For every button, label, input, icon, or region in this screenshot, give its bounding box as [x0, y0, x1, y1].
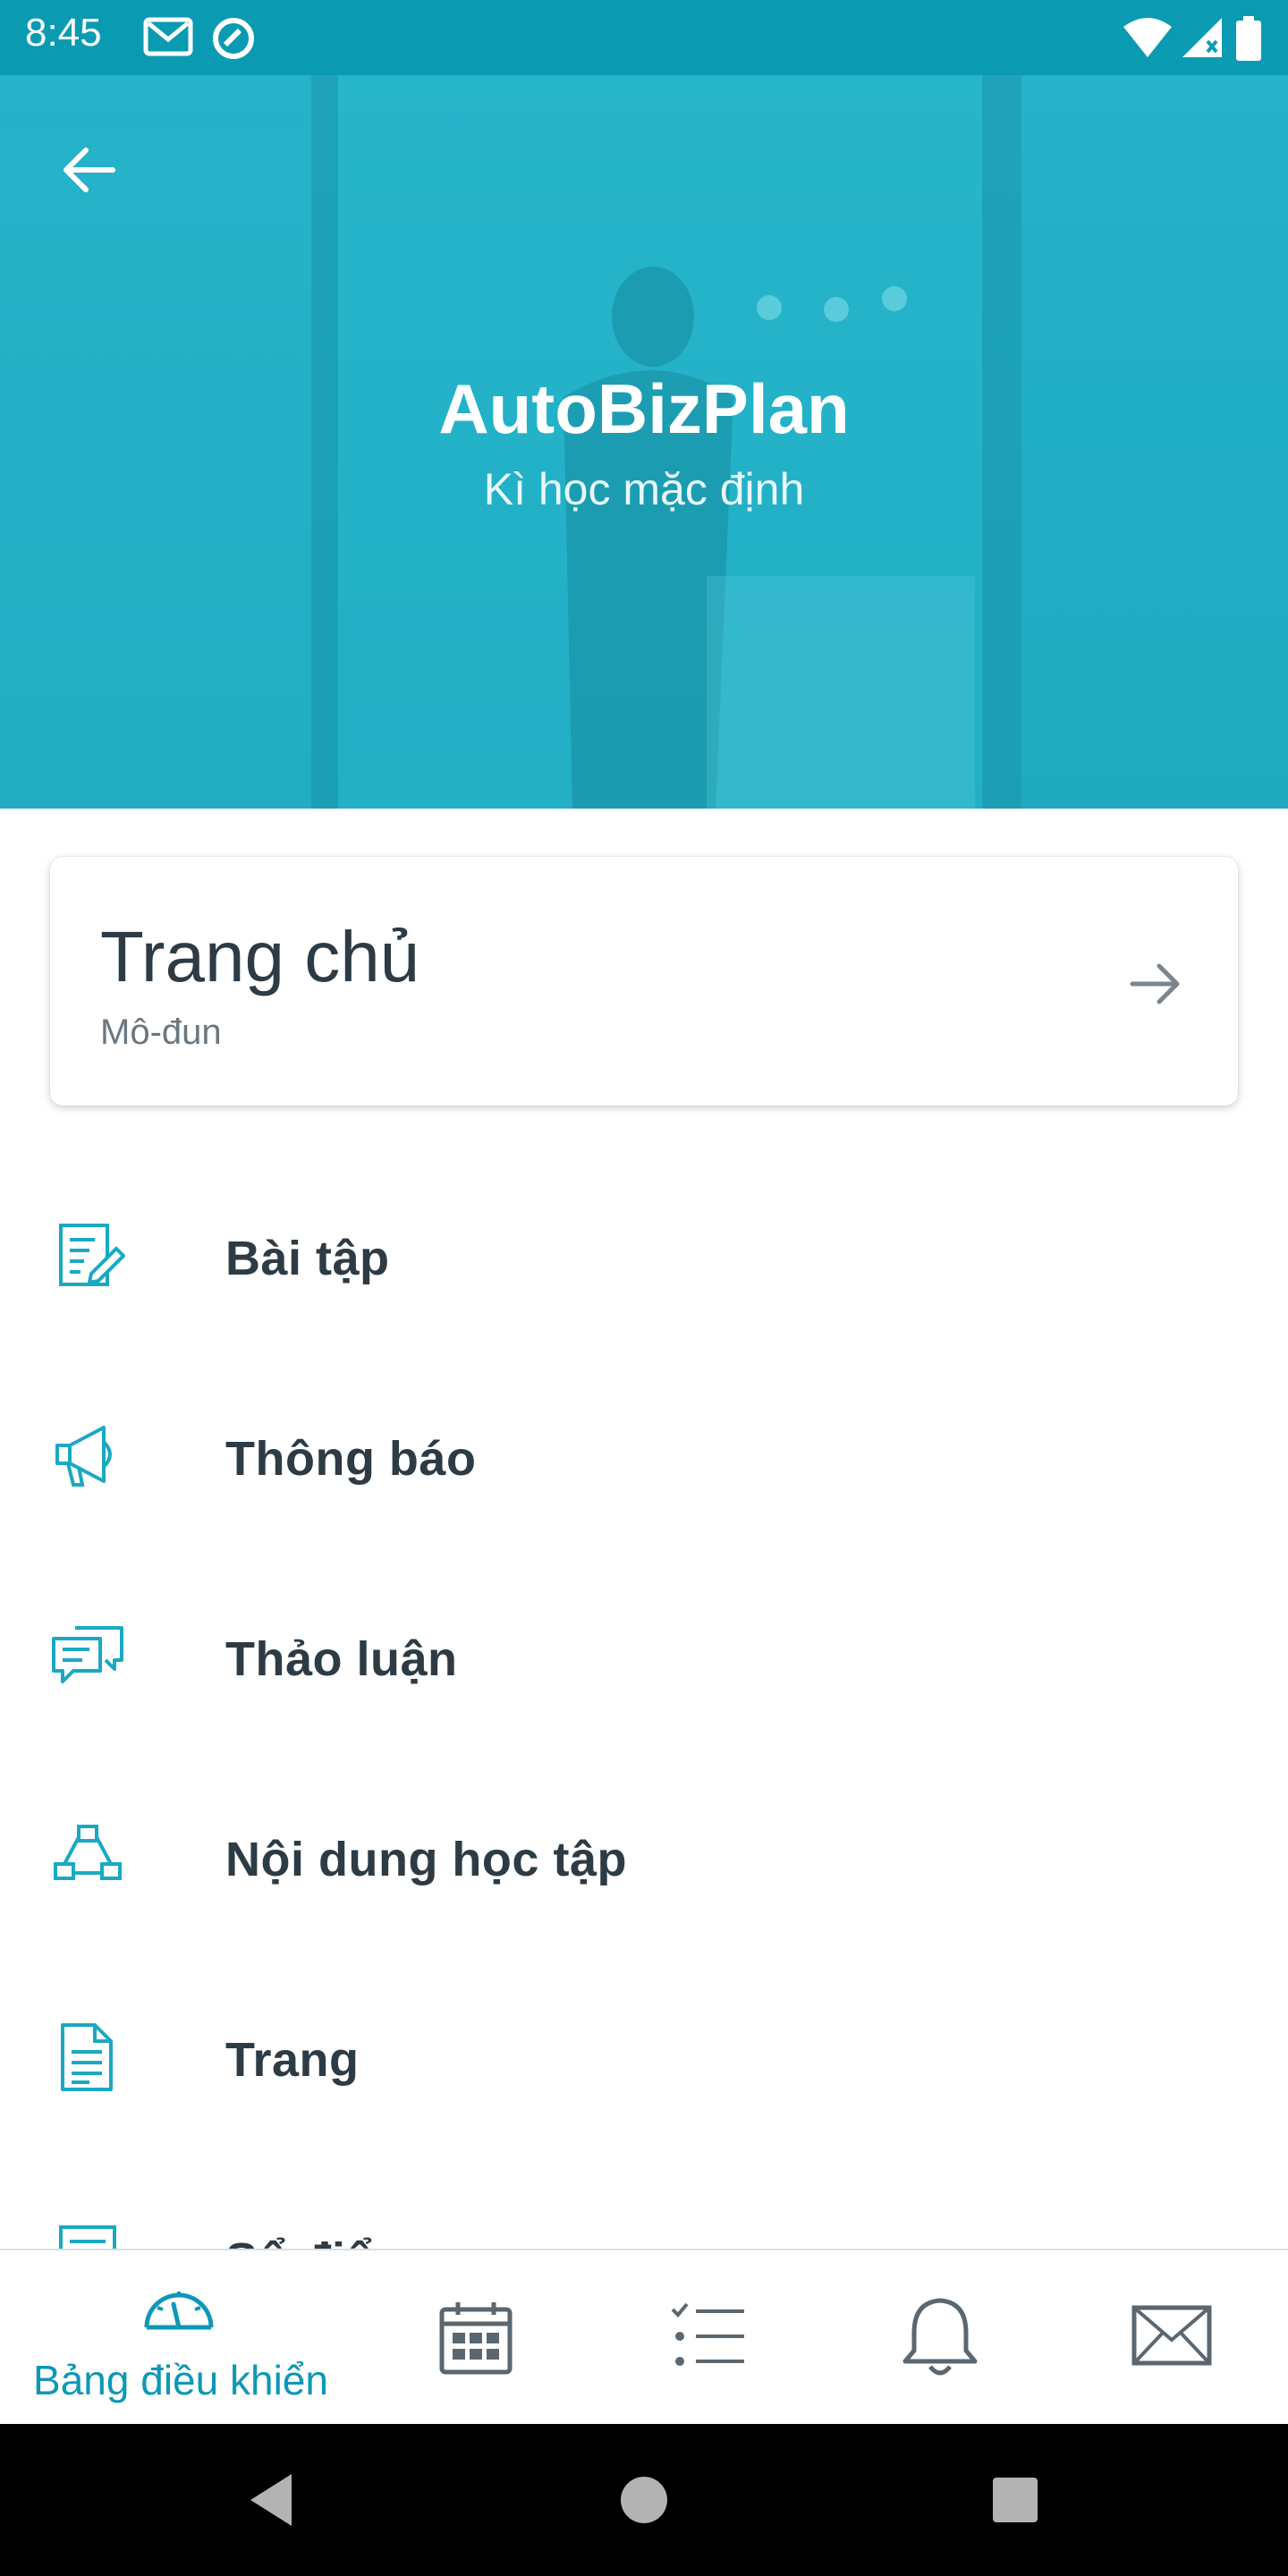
- gmail-icon: [143, 17, 193, 56]
- menu-item-modules[interactable]: Nội dung học tập: [0, 1762, 1288, 1962]
- menu-item-label: Bài tập: [225, 1232, 390, 1285]
- course-title: AutoBizPlan: [438, 369, 850, 448]
- page-icon: [61, 2023, 113, 2091]
- signal-icon: [1182, 18, 1222, 57]
- recents-square-icon[interactable]: [975, 2460, 1055, 2540]
- nav-notifications[interactable]: [869, 2250, 1013, 2426]
- bell-icon: [902, 2298, 978, 2376]
- modules-icon: [54, 1825, 122, 1880]
- menu-item-label: Thông báo: [225, 1432, 477, 1486]
- megaphone-icon: [55, 1426, 112, 1487]
- back-triangle-icon[interactable]: [234, 2460, 315, 2540]
- mail-icon: [1131, 2305, 1212, 2366]
- course-header: AutoBizPlan Kì học mặc định: [0, 75, 1288, 809]
- discussion-icon: [52, 1626, 123, 1683]
- sync-icon: [213, 18, 254, 59]
- nav-calendar[interactable]: [404, 2250, 547, 2426]
- home-card-title: Trang chủ: [100, 917, 420, 996]
- arrow-right-icon: [1130, 963, 1180, 1004]
- menu-item-announcements[interactable]: Thông báo: [0, 1361, 1288, 1562]
- nav-todo[interactable]: [637, 2250, 780, 2426]
- status-time: 8:45: [25, 11, 102, 55]
- assignment-icon: [59, 1224, 125, 1286]
- home-card[interactable]: Trang chủ Mô-đun: [50, 857, 1238, 1106]
- nav-inbox[interactable]: [1102, 2250, 1245, 2426]
- menu-item-label: Trang: [225, 2033, 360, 2087]
- todo-icon: [671, 2302, 744, 2366]
- calendar-icon: [439, 2302, 513, 2375]
- bottom-navigation: Bảng điều khiển: [0, 2249, 1288, 2426]
- dashboard-icon: [144, 2292, 214, 2330]
- menu-item-assignments[interactable]: Bài tập: [0, 1161, 1288, 1361]
- wifi-icon: [1123, 18, 1172, 57]
- menu-item-label: Nội dung học tập: [225, 1833, 627, 1886]
- arrow-left-icon[interactable]: [54, 134, 125, 206]
- battery-icon: [1236, 16, 1261, 61]
- course-term: Kì học mặc định: [483, 464, 805, 514]
- system-navigation-bar: [0, 2424, 1288, 2576]
- menu-item-pages[interactable]: Trang: [0, 1962, 1288, 2163]
- nav-dashboard[interactable]: Bảng điều khiển: [11, 2250, 351, 2426]
- home-card-subtitle: Mô-đun: [100, 1013, 222, 1052]
- menu-item-label: Thảo luận: [225, 1632, 458, 1686]
- home-circle-icon[interactable]: [604, 2460, 684, 2540]
- nav-dashboard-label: Bảng điều khiển: [33, 2357, 328, 2403]
- menu-item-discussions[interactable]: Thảo luận: [0, 1562, 1288, 1762]
- status-bar: 8:45: [0, 0, 1288, 75]
